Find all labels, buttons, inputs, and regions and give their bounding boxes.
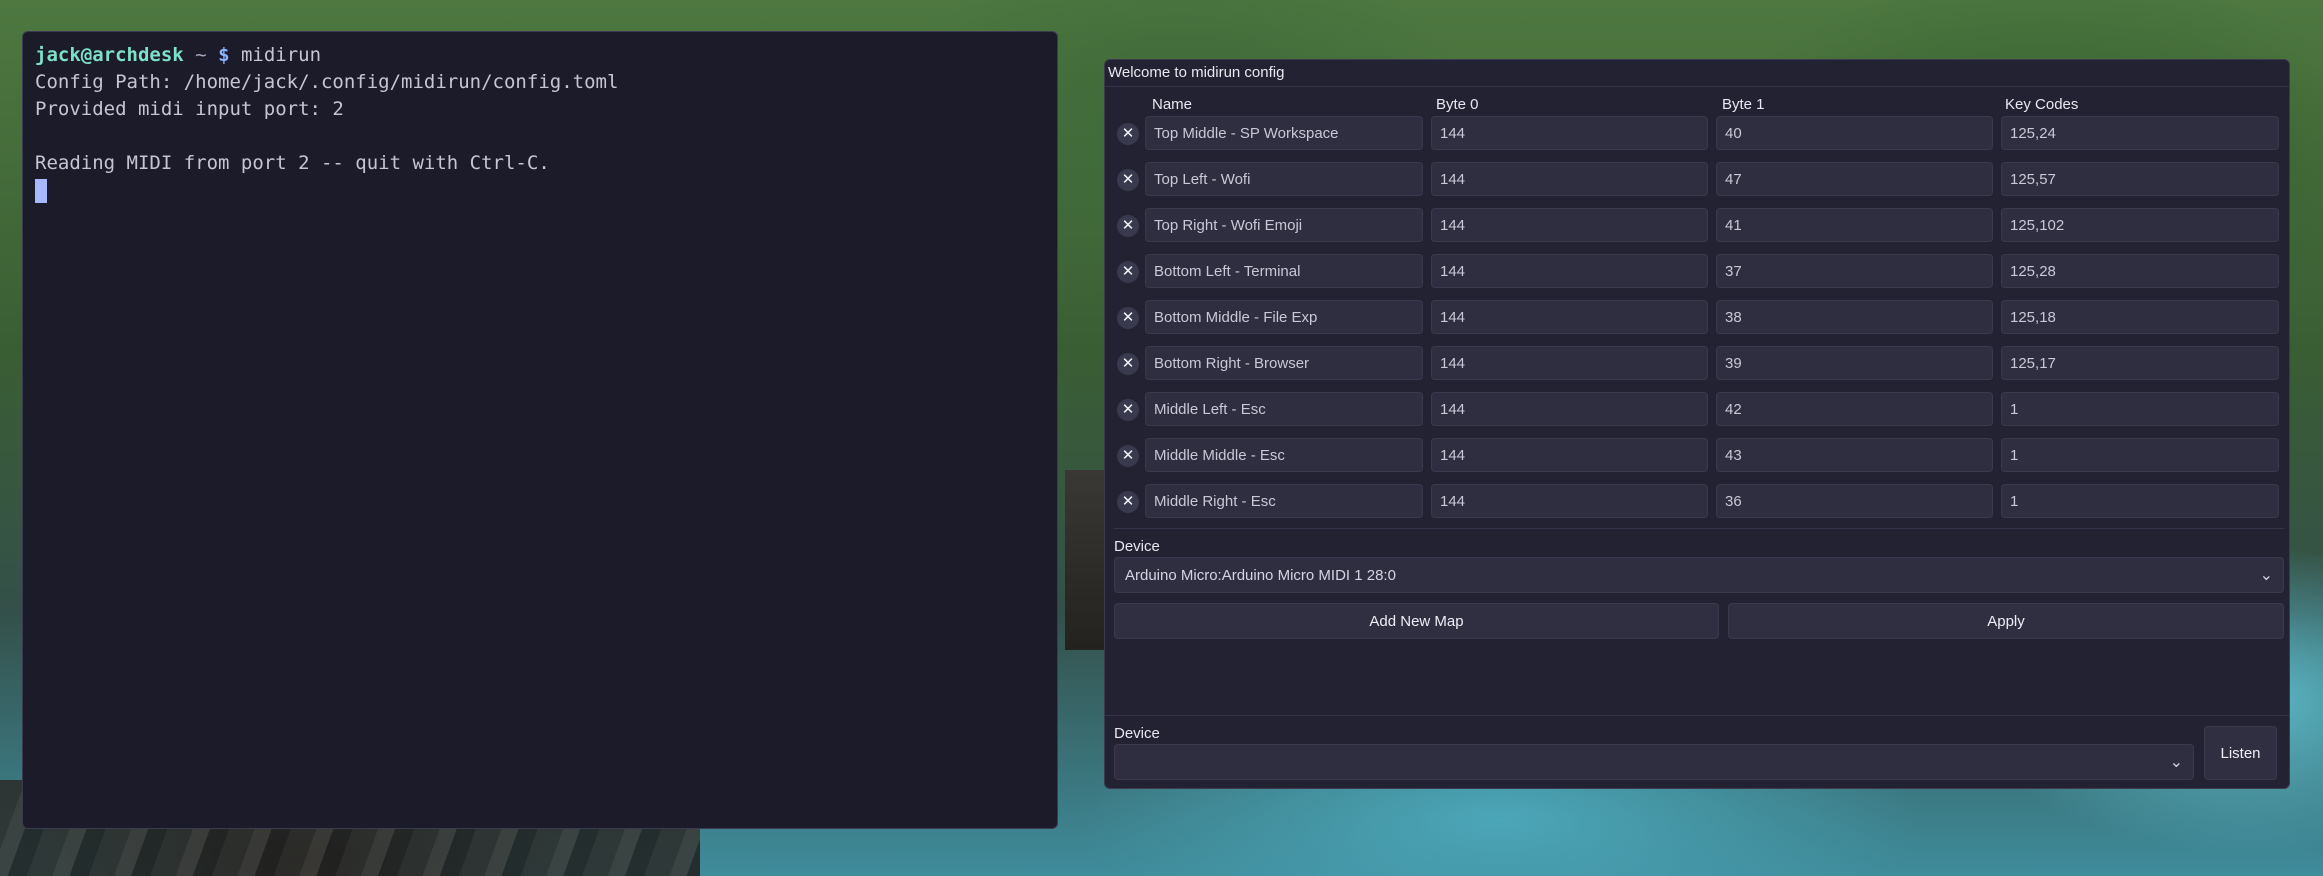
prompt-command: midirun	[240, 44, 322, 66]
keycodes-field[interactable]: 125,57	[2001, 162, 2279, 196]
keycodes-field[interactable]: 1	[2001, 484, 2279, 518]
listen-button[interactable]: Listen	[2204, 726, 2277, 780]
close-icon: ✕	[1121, 171, 1135, 188]
prompt-user: jack@archdesk	[35, 44, 184, 66]
terminal-output-line: Config Path: /home/jack/.config/midirun/…	[35, 71, 619, 93]
name-field[interactable]: Bottom Right - Browser	[1145, 346, 1423, 380]
byte1-field[interactable]: 43	[1716, 438, 1993, 472]
byte0-field[interactable]: 144	[1431, 116, 1708, 150]
delete-row-button[interactable]: ✕	[1117, 307, 1139, 329]
delete-row-button[interactable]: ✕	[1117, 491, 1139, 513]
close-icon: ✕	[1121, 309, 1135, 326]
terminal-window[interactable]: jack@archdesk ~ $ midirun Config Path: /…	[22, 31, 1058, 829]
close-icon: ✕	[1121, 401, 1135, 418]
column-header-keycodes: Key Codes	[2005, 96, 2079, 113]
delete-row-button[interactable]: ✕	[1117, 123, 1139, 145]
mapping-row: ✕ Middle Right - Esc 144 36 1	[1114, 484, 2284, 520]
column-header-byte1: Byte 1	[1722, 96, 1765, 113]
keycodes-field[interactable]: 125,17	[2001, 346, 2279, 380]
delete-row-button[interactable]: ✕	[1117, 215, 1139, 237]
window-title: Welcome to midirun config	[1105, 60, 2289, 87]
name-field[interactable]: Bottom Left - Terminal	[1145, 254, 1423, 288]
name-field[interactable]: Top Middle - SP Workspace	[1145, 116, 1423, 150]
device-label: Device	[1114, 538, 1160, 555]
delete-row-button[interactable]: ✕	[1117, 169, 1139, 191]
delete-row-button[interactable]: ✕	[1117, 353, 1139, 375]
mapping-row: ✕ Middle Middle - Esc 144 43 1	[1114, 438, 2284, 474]
delete-row-button[interactable]: ✕	[1117, 399, 1139, 421]
name-field[interactable]: Middle Left - Esc	[1145, 392, 1423, 426]
byte1-field[interactable]: 47	[1716, 162, 1993, 196]
keycodes-field[interactable]: 125,28	[2001, 254, 2279, 288]
name-field[interactable]: Bottom Middle - File Exp	[1145, 300, 1423, 334]
config-window: Welcome to midirun config Name Byte 0 By…	[1104, 59, 2290, 789]
close-icon: ✕	[1121, 217, 1135, 234]
mapping-row: ✕ Bottom Middle - File Exp 144 38 125,18	[1114, 300, 2284, 336]
delete-row-button[interactable]: ✕	[1117, 261, 1139, 283]
name-field[interactable]: Top Left - Wofi	[1145, 162, 1423, 196]
byte0-field[interactable]: 144	[1431, 300, 1708, 334]
terminal-cursor-line	[35, 177, 1045, 204]
column-header-byte0: Byte 0	[1436, 96, 1479, 113]
byte1-field[interactable]: 40	[1716, 116, 1993, 150]
mapping-row: ✕ Top Right - Wofi Emoji 144 41 125,102	[1114, 208, 2284, 244]
chevron-down-icon: ⌄	[2169, 754, 2183, 771]
terminal-output-line: Reading MIDI from port 2 -- quit with Ct…	[35, 152, 550, 174]
name-field[interactable]: Middle Middle - Esc	[1145, 438, 1423, 472]
delete-row-button[interactable]: ✕	[1117, 445, 1139, 467]
listen-device-label: Device	[1114, 725, 1160, 742]
byte0-field[interactable]: 144	[1431, 208, 1708, 242]
byte1-field[interactable]: 39	[1716, 346, 1993, 380]
keycodes-field[interactable]: 125,18	[2001, 300, 2279, 334]
chevron-down-icon: ⌄	[2259, 567, 2273, 584]
close-icon: ✕	[1121, 447, 1135, 464]
close-icon: ✕	[1121, 355, 1135, 372]
close-icon: ✕	[1121, 125, 1135, 142]
mapping-row: ✕ Top Left - Wofi 144 47 125,57	[1114, 162, 2284, 198]
wallpaper-rock	[1065, 470, 1105, 650]
byte0-field[interactable]: 144	[1431, 438, 1708, 472]
name-field[interactable]: Top Right - Wofi Emoji	[1145, 208, 1423, 242]
keycodes-field[interactable]: 125,102	[2001, 208, 2279, 242]
keycodes-field[interactable]: 125,24	[2001, 116, 2279, 150]
byte0-field[interactable]: 144	[1431, 346, 1708, 380]
byte0-field[interactable]: 144	[1431, 162, 1708, 196]
byte1-field[interactable]: 42	[1716, 392, 1993, 426]
terminal-output-line: Provided midi input port: 2	[35, 98, 344, 120]
close-icon: ✕	[1121, 263, 1135, 280]
device-select-value: Arduino Micro:Arduino Micro MIDI 1 28:0	[1125, 567, 1396, 584]
prompt-path: ~	[195, 44, 207, 66]
divider	[1105, 715, 2289, 716]
byte0-field[interactable]: 144	[1431, 392, 1708, 426]
terminal-cursor	[35, 178, 47, 203]
byte0-field[interactable]: 144	[1431, 254, 1708, 288]
byte1-field[interactable]: 37	[1716, 254, 1993, 288]
device-select[interactable]: Arduino Micro:Arduino Micro MIDI 1 28:0 …	[1114, 557, 2284, 593]
divider	[1114, 528, 2284, 529]
add-new-map-button[interactable]: Add New Map	[1114, 603, 1719, 639]
keycodes-field[interactable]: 1	[2001, 438, 2279, 472]
apply-button[interactable]: Apply	[1728, 603, 2284, 639]
byte1-field[interactable]: 38	[1716, 300, 1993, 334]
prompt-symbol: $	[218, 44, 230, 66]
keycodes-field[interactable]: 1	[2001, 392, 2279, 426]
byte1-field[interactable]: 41	[1716, 208, 1993, 242]
mapping-row: ✕ Bottom Right - Browser 144 39 125,17	[1114, 346, 2284, 382]
terminal-prompt-line: jack@archdesk ~ $ midirun	[35, 42, 1045, 69]
name-field[interactable]: Middle Right - Esc	[1145, 484, 1423, 518]
column-header-name: Name	[1152, 96, 1193, 113]
mapping-row: ✕ Middle Left - Esc 144 42 1	[1114, 392, 2284, 428]
listen-device-select[interactable]: ⌄	[1114, 744, 2194, 780]
mapping-row: ✕ Top Middle - SP Workspace 144 40 125,24	[1114, 116, 2284, 152]
mapping-row: ✕ Bottom Left - Terminal 144 37 125,28	[1114, 254, 2284, 290]
byte0-field[interactable]: 144	[1431, 484, 1708, 518]
byte1-field[interactable]: 36	[1716, 484, 1993, 518]
close-icon: ✕	[1121, 493, 1135, 510]
